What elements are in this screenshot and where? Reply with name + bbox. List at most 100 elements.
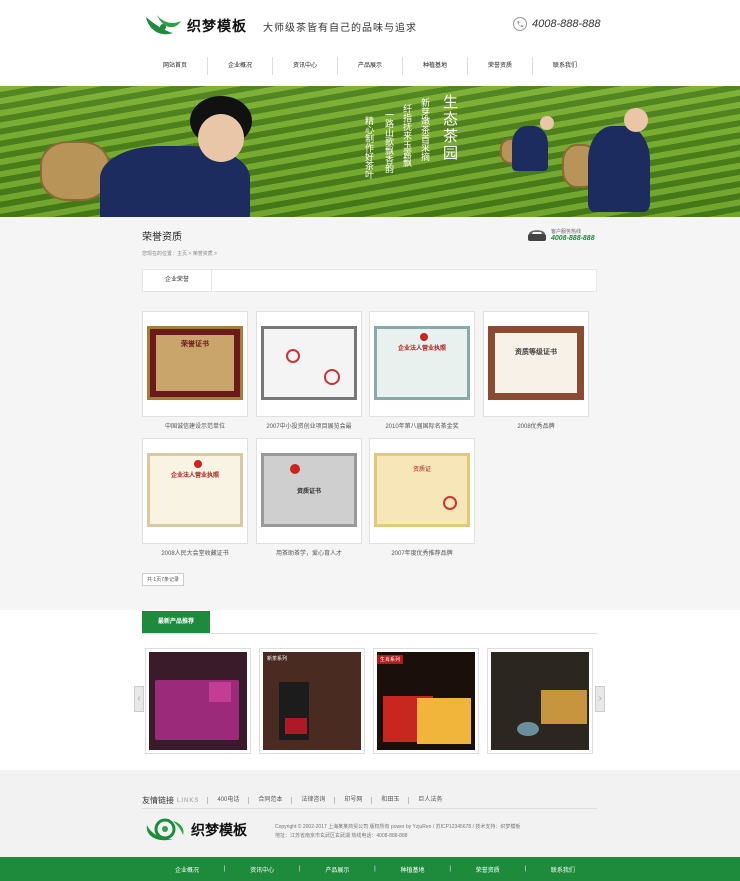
nav-home[interactable]: 网站首页: [143, 57, 207, 75]
picker-right-2-face: [624, 108, 648, 132]
logo[interactable]: 织梦模板: [143, 12, 247, 40]
cert-caption[interactable]: 中国诚信建设示范单位: [142, 421, 248, 430]
telephone-icon: [528, 230, 546, 241]
cert-card[interactable]: 资质等级证书: [483, 311, 589, 417]
nav-honors[interactable]: 荣誉资质: [467, 57, 532, 75]
product-card[interactable]: 生肖系列: [373, 648, 479, 754]
cert-image: 荣誉证书: [147, 326, 243, 400]
bottom-nav-products[interactable]: 产品展示: [325, 865, 349, 874]
address-text: 地址：江苏省南京市玄武区玄武湖 热线电话：4008-888-888: [275, 833, 408, 839]
cert-caption[interactable]: 2010年第八届国际名茶金奖: [369, 421, 475, 430]
nav-news[interactable]: 资讯中心: [272, 57, 337, 75]
bottom-nav-separator: |: [223, 866, 226, 872]
bottom-nav-about[interactable]: 企业概况: [175, 865, 199, 874]
nav-contact[interactable]: 联系我们: [532, 57, 597, 75]
cert-card[interactable]: 资质证书: [256, 438, 362, 544]
cert-image: [261, 326, 357, 400]
cert-caption[interactable]: 2008人民大会堂收藏证书: [142, 548, 248, 557]
breadcrumb: 您现在的位置：主页 > 荣誉资质 >: [142, 251, 218, 257]
cert-card[interactable]: 荣誉证书: [142, 311, 248, 417]
footer-logo[interactable]: 织梦模板: [143, 817, 247, 843]
cert-caption[interactable]: 2007年度优秀推荐品牌: [369, 548, 475, 557]
copyright-text: Copyright © 2002-2017 上海某某商贸公司 版权所有 powe…: [275, 824, 521, 830]
friend-links: 友情链接 LINKS 400电话 合同范本 法律咨询 印号网 和田玉 巨人法务: [142, 795, 451, 806]
nav-base[interactable]: 种植基地: [402, 57, 467, 75]
picker-right-1-face: [540, 116, 554, 130]
bottom-nav-separator: |: [298, 866, 301, 872]
carousel-prev-button[interactable]: ‹: [134, 686, 144, 712]
cert-caption[interactable]: 2007中小投资创业项目展览会最: [256, 421, 362, 430]
slogan: 大师级茶皆有自己的品味与追求: [263, 23, 417, 34]
product-card[interactable]: [487, 648, 593, 754]
hero-banner: 生态茶园 新芽嫩茶首采摘 纤指抚来玉露飘 一路山歌飘香韵 精心制作好茶叶: [0, 86, 740, 217]
banner-poem-line: 新芽嫩茶首采摘: [419, 98, 429, 161]
nav-about[interactable]: 企业概况: [207, 57, 272, 75]
bottom-nav: 企业概况 | 资讯中心 | 产品展示 | 种植基地 | 荣誉资质 | 联系我们: [0, 857, 740, 881]
cert-card[interactable]: 企业法人营业执照: [369, 311, 475, 417]
main-nav: 网站首页 企业概况 资讯中心 产品展示 种植基地 荣誉资质 联系我们: [143, 57, 597, 75]
copyright: Copyright © 2002-2017 上海某某商贸公司 版权所有 powe…: [275, 823, 520, 841]
product-image: 新茶系列: [263, 652, 361, 750]
tab-company-honors[interactable]: 企业荣誉: [143, 270, 212, 291]
cert-card[interactable]: [256, 311, 362, 417]
bottom-nav-news[interactable]: 资讯中心: [250, 865, 274, 874]
product-image: 生肖系列: [377, 652, 475, 750]
product-card[interactable]: 新茶系列: [259, 648, 365, 754]
product-card[interactable]: [145, 648, 251, 754]
friend-link[interactable]: 400电话: [207, 797, 248, 804]
cert-image-text: 荣誉证书: [181, 341, 209, 348]
bottom-nav-separator: |: [524, 866, 527, 872]
cert-image-text: 企业法人营业执照: [397, 346, 446, 352]
nav-products[interactable]: 产品展示: [337, 57, 402, 75]
cert-caption[interactable]: 用茶助茶学，爱心育人才: [256, 548, 362, 557]
carousel-next-button[interactable]: ›: [595, 686, 605, 712]
bottom-nav-honors[interactable]: 荣誉资质: [476, 865, 500, 874]
cert-caption[interactable]: 2008优秀品牌: [483, 421, 589, 430]
footer-logo-text: 织梦模板: [191, 823, 247, 839]
cert-card[interactable]: 企业法人营业执照: [142, 438, 248, 544]
cert-image-text: 资质证: [412, 467, 431, 473]
bottom-nav-base[interactable]: 种植基地: [401, 865, 425, 874]
cert-image: 资质等级证书: [488, 326, 584, 400]
cert-image-text: 资质等级证书: [515, 349, 557, 356]
hotline: 客户服务热线 4008-888-888: [527, 228, 595, 242]
phone-number: 4008-888-888: [532, 18, 601, 30]
picker-right-1: [512, 126, 548, 171]
product-label: 新茶系列: [267, 656, 288, 662]
friend-link[interactable]: 巨人法务: [408, 797, 451, 804]
banner-poem-line: 一路山歌飘香韵: [383, 110, 393, 173]
bottom-nav-separator: |: [449, 866, 451, 872]
links-title: 友情链接: [142, 796, 174, 805]
banner-poem-line: 纤指抚来玉露飘: [401, 104, 411, 167]
bottom-nav-separator: |: [374, 866, 376, 872]
header: 织梦模板 大师级茶皆有自己的品味与追求 4008-888-888 网站首页 企业…: [0, 0, 740, 86]
friend-link[interactable]: 印号网: [334, 797, 371, 804]
page-title: 荣誉资质: [142, 232, 182, 243]
products-divider: [142, 633, 597, 634]
cert-image: 资质证: [374, 453, 470, 527]
cert-card[interactable]: 资质证: [369, 438, 475, 544]
cert-image: 企业法人营业执照: [147, 453, 243, 527]
hotline-number: 4008-888-888: [551, 235, 595, 242]
hotline-label: 客户服务热线: [551, 229, 582, 235]
product-label: 生肖系列: [377, 655, 404, 664]
logo-text: 织梦模板: [187, 19, 247, 35]
leaf-logo-icon: [146, 15, 181, 35]
header-phone: 4008-888-888: [513, 17, 601, 31]
friend-link[interactable]: 和田玉: [371, 797, 408, 804]
friend-link[interactable]: 法律咨询: [291, 797, 334, 804]
banner-poem-title: 生态茶园: [441, 94, 459, 162]
footer-divider: [142, 808, 597, 809]
tab-bar: 企业荣誉: [142, 269, 597, 292]
cert-image: 企业法人营业执照: [374, 326, 470, 400]
picker-right-2: [588, 126, 650, 212]
bottom-nav-contact[interactable]: 联系我们: [551, 865, 575, 874]
footer: [0, 770, 740, 857]
product-image: [149, 652, 247, 750]
picker-left-face: [198, 114, 244, 162]
cert-image: 资质证书: [261, 453, 357, 527]
links-title-en: LINKS: [177, 797, 200, 804]
phone-icon: [513, 17, 527, 31]
friend-link[interactable]: 合同范本: [248, 797, 291, 804]
products-heading: 最新产品推荐: [142, 611, 210, 634]
